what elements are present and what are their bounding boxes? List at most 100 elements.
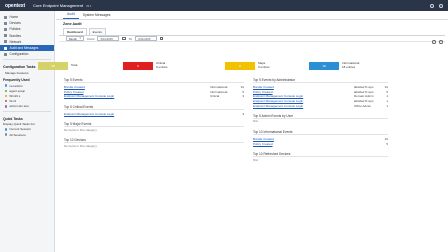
admin-name: labelled 8 reps [354, 85, 374, 90]
policy-icon [5, 94, 8, 98]
device-icon [5, 105, 8, 108]
event-link[interactable]: Bundle Created [253, 85, 354, 89]
sidebar-item-label: Devices [9, 21, 21, 26]
table-row: Endpoint Management Console Login Domain … [253, 94, 388, 99]
table-row: Policy Created 5 [253, 142, 388, 147]
event-link[interactable]: Endpoint Management Console Login [253, 94, 354, 98]
calendar-icon[interactable] [122, 36, 126, 41]
devices-icon [4, 21, 7, 25]
bundle-icon [5, 89, 8, 93]
divider [3, 111, 51, 112]
chevron-down-icon: ▼ [79, 37, 82, 40]
subtab-strip: Dashboard Events [56, 28, 448, 35]
subtab-events[interactable]: Events [88, 28, 106, 35]
radio-label: Current Session [9, 127, 31, 132]
severity-value: 0 [239, 64, 241, 68]
tab-system-messages[interactable]: System Messages [79, 13, 115, 19]
tab-strip: Audit System Messages [56, 11, 448, 20]
sidebar-item-label: Audit and Messages [9, 46, 39, 51]
severity-sub: 0 entries [156, 65, 168, 69]
severity-swatch: 0 [123, 62, 153, 70]
top-bar: opentext Core Endpoint Management 25.1 [0, 0, 448, 11]
table-row: Bundle Created labelled 8 reps 10 [253, 85, 388, 90]
event-link[interactable]: Endpoint Management Console Login [253, 104, 354, 108]
section-title: Frequently Used [3, 78, 30, 83]
table-row: Policy Created labelled 8 reps 5 [253, 90, 388, 95]
topbar-actions [430, 3, 443, 8]
severity-value: 0 [137, 64, 139, 68]
radio-all-sessions[interactable]: All Sessions [0, 132, 54, 137]
event-count: 10 [384, 137, 388, 142]
event-link[interactable]: Endpoint Management Console Login [64, 94, 210, 98]
event-link[interactable]: Bundle Created [253, 137, 380, 141]
product-title: Core Endpoint Management [33, 3, 84, 8]
calendar-icon[interactable] [159, 36, 164, 41]
sidebar-item-label: Home [9, 15, 19, 20]
from-date-input[interactable]: 3/01/2025 [97, 36, 120, 41]
severity-label: Total [71, 63, 78, 68]
event-link[interactable]: Endpoint Management Console Login [64, 112, 210, 116]
event-type: Informational [210, 89, 228, 94]
event-link[interactable]: Policy Created [253, 142, 380, 146]
frequent-item-label: net.admin [9, 83, 23, 88]
network-icon [4, 40, 7, 44]
to-label: To [128, 36, 132, 41]
to-date-input[interactable]: 3/31/2025 [134, 36, 157, 41]
severity-major[interactable]: 0 Major 0 entries [225, 62, 270, 70]
event-count: 3 [242, 112, 244, 117]
sidebar-item-label: Configuration [9, 52, 29, 57]
event-link[interactable]: Bundle Created [64, 85, 210, 89]
severity-swatch: 0 [225, 62, 255, 70]
event-count: 1 [386, 103, 388, 108]
event-count: 3 [242, 94, 244, 99]
event-type: Critical [210, 94, 220, 99]
severity-caption: Critical 0 entries [156, 62, 168, 69]
sidebar-item-label: Network [9, 39, 22, 44]
from-label: From [87, 36, 95, 41]
settings-icon[interactable] [439, 40, 443, 44]
policy-icon [4, 27, 7, 31]
sidebar: Home Devices Policies Bundles Network Au… [0, 11, 55, 252]
severity-informational[interactable]: 18 Informational 18 entries [309, 62, 359, 70]
sidebar-task-label: Manage Features [5, 70, 29, 75]
severity-sub: 18 entries [342, 65, 356, 69]
table-row: Endpoint Management Console Login Office … [253, 103, 388, 108]
table-row: Endpoint Management Console Login Critica… [64, 94, 244, 99]
user-icon[interactable] [439, 3, 443, 8]
frequent-item-label: W-11 [9, 99, 17, 104]
left-column: Top 5 Events Bundle Created Informational… [64, 78, 244, 148]
frequent-item[interactable]: admin.win.test [0, 104, 54, 109]
subtab-dashboard[interactable]: Dashboard [63, 28, 87, 35]
table-row: Endpoint Management Console Login labelle… [253, 99, 388, 104]
divider [3, 59, 51, 60]
event-link[interactable]: Policy Created [253, 90, 354, 94]
product-version: 25.1 [86, 3, 92, 8]
event-count: 10 [384, 85, 388, 90]
gear-icon [4, 52, 7, 56]
frequent-item-label: agent.setup [9, 88, 26, 93]
severity-critical[interactable]: 0 Critical 0 entries [123, 62, 168, 70]
empty-message: N/A [253, 157, 259, 162]
radio-selected-icon [5, 128, 8, 131]
event-link[interactable]: Policy Created [64, 90, 210, 94]
severity-sub: 0 entries [258, 65, 270, 69]
severity-swatch: 18 [38, 62, 68, 70]
range-select-value: Month [69, 36, 78, 41]
event-count: 1 [386, 99, 388, 104]
quick-tasks-caption-label: Display Quick Tasks For [3, 122, 36, 127]
admin-name: Office Admin [354, 103, 371, 108]
section-title: Quick Tasks [3, 116, 23, 121]
sidebar-item-configuration[interactable]: Configuration [0, 51, 54, 57]
severity-caption: Total [71, 63, 78, 68]
admin-name: labelled 8 reps [354, 89, 374, 94]
refresh-icon[interactable] [432, 40, 436, 44]
severity-total[interactable]: 18 Total [38, 62, 77, 70]
tab-audit[interactable]: Audit [63, 12, 79, 19]
brand-logo: opentext [5, 2, 26, 9]
policy-icon [5, 100, 8, 103]
help-icon[interactable] [430, 3, 434, 8]
panel-title: Zone Audit [63, 22, 82, 26]
event-link[interactable]: Endpoint Management Console Login [253, 99, 354, 103]
range-select[interactable]: Month ▼ [66, 36, 85, 41]
radio-icon [5, 133, 8, 136]
